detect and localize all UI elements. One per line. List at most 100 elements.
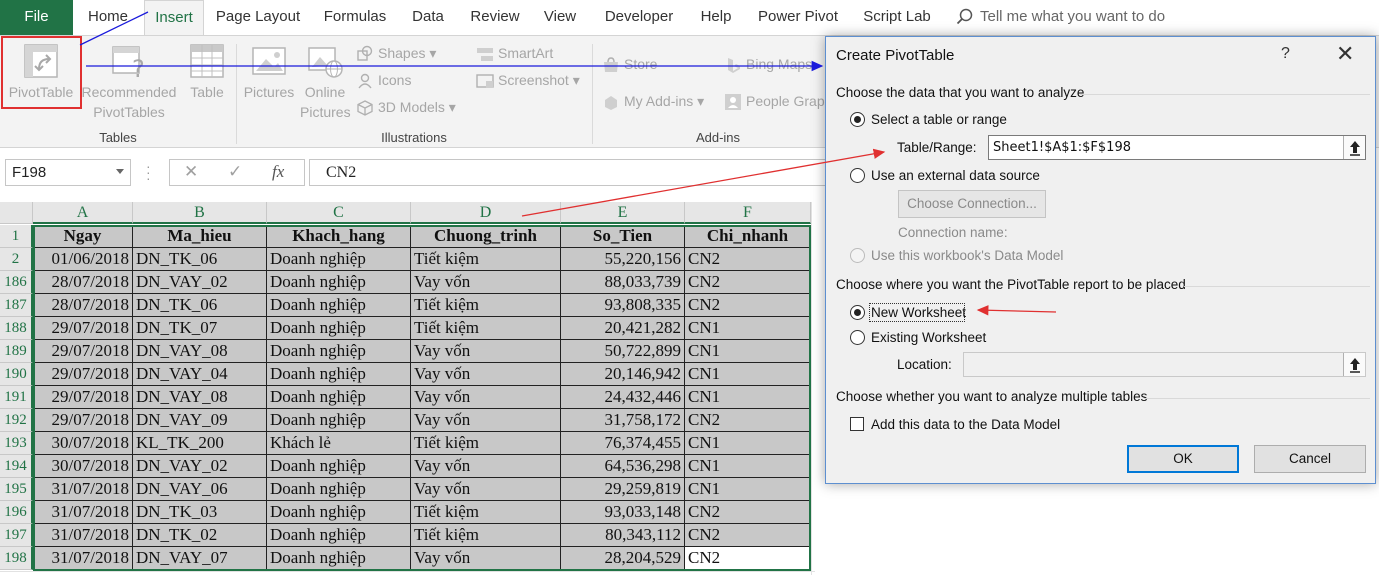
existing-worksheet-label[interactable]: Existing Worksheet <box>871 330 986 345</box>
column-header-c[interactable]: C <box>267 202 411 224</box>
tab-help[interactable]: Help <box>694 0 738 35</box>
row-header[interactable]: 196 <box>0 501 33 524</box>
new-worksheet-radio[interactable] <box>850 305 865 320</box>
row-header[interactable]: 188 <box>0 317 33 340</box>
cancel-entry-icon[interactable]: ✕ <box>184 162 198 182</box>
formula-buttons: ✕ ✓ fx <box>169 159 305 186</box>
tab-home[interactable]: Home <box>78 0 138 35</box>
range-collapse-button[interactable] <box>1343 136 1365 159</box>
choose-connection-button[interactable]: Choose Connection... <box>898 190 1046 218</box>
tab-data[interactable]: Data <box>406 0 450 35</box>
screenshot-button[interactable]: Screenshot ▾ <box>476 70 580 90</box>
row-header[interactable]: 197 <box>0 524 33 547</box>
add-data-model-checkbox[interactable] <box>850 417 864 431</box>
add-data-model-label[interactable]: Add this data to the Data Model <box>871 417 1060 432</box>
select-table-radio[interactable] <box>850 112 865 127</box>
shapes-label: Shapes <box>378 45 426 61</box>
external-source-radio[interactable] <box>850 168 865 183</box>
column-header-e[interactable]: E <box>561 202 685 224</box>
location-collapse-button[interactable] <box>1343 353 1365 376</box>
people-graph-button[interactable]: People Graph <box>724 91 832 111</box>
my-addins-button[interactable]: My Add-ins ▾ <box>602 91 704 111</box>
row-header[interactable]: 193 <box>0 432 33 455</box>
tell-me-search[interactable]: Tell me what you want to do <box>956 0 1165 35</box>
icons-button[interactable]: Icons <box>356 70 411 90</box>
row-header[interactable]: 190 <box>0 363 33 386</box>
tab-developer[interactable]: Developer <box>598 0 680 35</box>
row-header[interactable]: 195 <box>0 478 33 501</box>
pictures-button[interactable]: Pictures <box>242 42 296 102</box>
insert-function-icon[interactable]: fx <box>272 162 284 182</box>
existing-worksheet-radio[interactable] <box>850 330 865 345</box>
store-icon <box>604 57 618 73</box>
row-header[interactable]: 191 <box>0 386 33 409</box>
upload-arrow-icon <box>1350 358 1360 373</box>
tab-review[interactable]: Review <box>464 0 526 35</box>
shapes-button[interactable]: Shapes ▾ <box>356 43 436 63</box>
table-range-input[interactable]: Sheet1!$A$1:$F$198 <box>988 135 1366 160</box>
search-icon <box>956 8 973 25</box>
data-model-radio[interactable] <box>850 248 865 263</box>
smartart-button[interactable]: SmartArt <box>476 43 553 63</box>
tab-formulas[interactable]: Formulas <box>318 0 392 35</box>
tab-insert[interactable]: Insert <box>144 0 204 36</box>
create-pivottable-dialog: Create PivotTable ? ✕ Choose the data th… <box>825 36 1376 484</box>
location-input[interactable] <box>963 352 1366 377</box>
row-header[interactable]: 1 <box>0 225 33 248</box>
column-header-b[interactable]: B <box>133 202 267 224</box>
chevron-down-icon[interactable] <box>116 169 124 174</box>
my-addins-label: My Add-ins <box>624 93 694 109</box>
column-header-d[interactable]: D <box>411 202 561 224</box>
smartart-label: SmartArt <box>498 45 554 61</box>
tab-view[interactable]: View <box>538 0 582 35</box>
section-divider <box>1184 286 1370 287</box>
cube-icon <box>357 100 373 117</box>
tell-me-text: Tell me what you want to do <box>980 8 1166 25</box>
group-label-illustrations: Illustrations <box>381 130 447 145</box>
bing-maps-button[interactable]: Bing Maps <box>724 54 812 74</box>
ok-button[interactable]: OK <box>1127 445 1239 473</box>
confirm-entry-icon[interactable]: ✓ <box>228 162 242 182</box>
name-box-value: F198 <box>12 164 47 181</box>
row-header[interactable]: 187 <box>0 294 33 317</box>
row-header[interactable]: 186 <box>0 271 33 294</box>
store-button[interactable]: Store <box>602 54 657 74</box>
3d-models-label: 3D Models <box>378 99 445 115</box>
close-icon[interactable]: ✕ <box>1336 41 1354 67</box>
tab-power-pivot[interactable]: Power Pivot <box>752 0 844 35</box>
row-header[interactable]: 194 <box>0 455 33 478</box>
formula-bar-grip-icon[interactable]: · · · <box>146 159 151 185</box>
screenshot-icon <box>476 74 494 89</box>
upload-arrow-icon <box>1350 141 1360 156</box>
external-source-label[interactable]: Use an external data source <box>871 168 1040 183</box>
row-header[interactable]: 2 <box>0 248 33 271</box>
select-table-label[interactable]: Select a table or range <box>871 112 1007 127</box>
data-model-label[interactable]: Use this workbook's Data Model <box>871 248 1063 263</box>
recommended-pivottables-button[interactable]: ? Recommended PivotTables <box>80 42 178 122</box>
row-header[interactable]: 192 <box>0 409 33 432</box>
online-pictures-icon <box>308 47 343 78</box>
people-graph-label: People Graph <box>746 93 833 109</box>
section-analyze-heading: Choose the data that you want to analyze <box>836 85 1085 100</box>
3d-models-button[interactable]: 3D Models ▾ <box>356 97 456 117</box>
select-all-corner[interactable] <box>0 202 33 224</box>
recommended-label-2: PivotTables <box>93 104 165 120</box>
online-pictures-button[interactable]: Online Pictures <box>300 42 351 122</box>
formula-input[interactable]: CN2 <box>309 159 829 186</box>
name-box[interactable]: F198 <box>5 159 131 186</box>
tab-page-layout[interactable]: Page Layout <box>210 0 306 35</box>
row-header[interactable]: 189 <box>0 340 33 363</box>
tab-file[interactable]: File <box>0 0 73 35</box>
column-header-a[interactable]: A <box>33 202 133 224</box>
help-icon[interactable]: ? <box>1281 45 1290 63</box>
people-graph-icon <box>725 94 741 111</box>
row-header[interactable]: 198 <box>0 547 33 570</box>
cancel-button[interactable]: Cancel <box>1254 445 1366 473</box>
gridline <box>811 202 812 575</box>
tab-script-lab[interactable]: Script Lab <box>856 0 938 35</box>
column-header-f[interactable]: F <box>685 202 811 224</box>
table-button[interactable]: Table <box>184 42 230 102</box>
icons-label: Icons <box>378 72 412 88</box>
table-icon <box>190 44 224 78</box>
table-label: Table <box>190 84 224 100</box>
